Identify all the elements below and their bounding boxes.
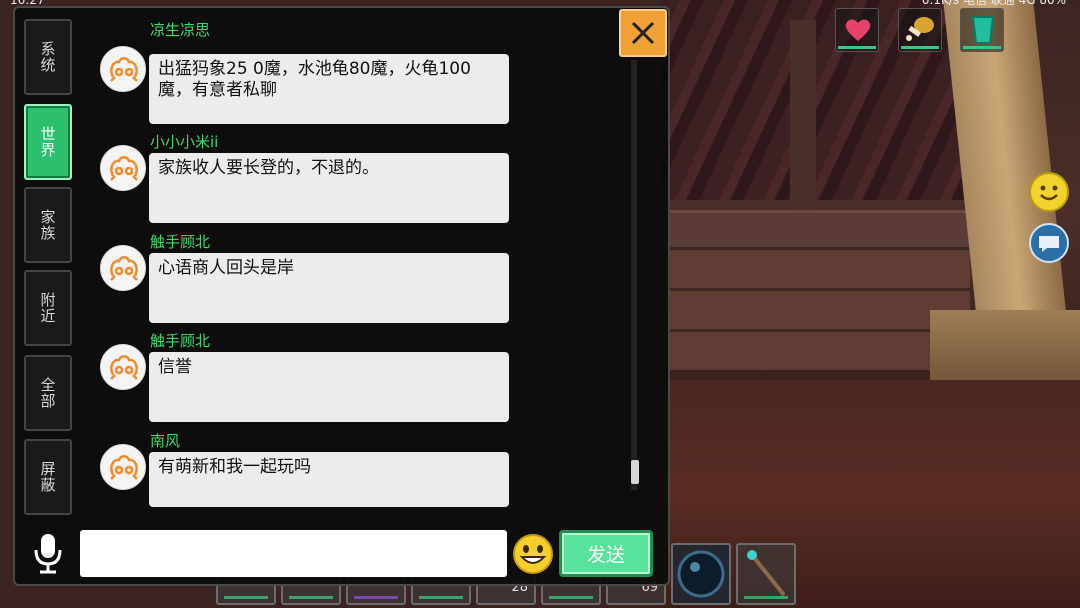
frog-avatar-icon bbox=[110, 57, 138, 82]
tab-label: 屏蔽 bbox=[38, 461, 57, 493]
scrollbar-track[interactable] bbox=[631, 60, 637, 490]
tab-nearby[interactable]: 附近 bbox=[24, 270, 72, 346]
tab-system[interactable]: 系统 bbox=[24, 19, 72, 95]
durability-bar bbox=[419, 596, 463, 599]
tab-world[interactable]: 世界 bbox=[24, 104, 72, 180]
avatar[interactable] bbox=[100, 46, 146, 92]
tab-all[interactable]: 全部 bbox=[24, 355, 72, 431]
close-icon bbox=[631, 21, 655, 45]
avatar[interactable] bbox=[100, 344, 146, 390]
expression-button[interactable] bbox=[1029, 172, 1069, 212]
hunger-bar bbox=[901, 46, 939, 49]
tab-label: 全部 bbox=[38, 377, 57, 409]
chat-message: 触手顾北 信誉 bbox=[98, 330, 518, 430]
avatar[interactable] bbox=[100, 145, 146, 191]
scene-pillar-base bbox=[930, 310, 1080, 390]
smiley-face-icon bbox=[1040, 185, 1058, 201]
close-button[interactable] bbox=[619, 9, 667, 57]
hotbar-slot[interactable] bbox=[736, 543, 796, 605]
message-bubble: 心语商人回头是岸 bbox=[149, 253, 509, 323]
durability-bar bbox=[744, 596, 788, 599]
tab-label: 系统 bbox=[38, 41, 57, 73]
sender-name[interactable]: 凉生凉思 bbox=[150, 19, 210, 39]
dark-orb-icon bbox=[677, 550, 725, 598]
smiley-emoji-icon bbox=[513, 534, 553, 574]
hotbar-slot[interactable] bbox=[671, 543, 731, 605]
tab-blocked[interactable]: 屏蔽 bbox=[24, 439, 72, 515]
avatar[interactable] bbox=[100, 245, 146, 291]
durability-bar bbox=[354, 596, 398, 599]
scrollbar-thumb[interactable] bbox=[631, 460, 639, 484]
durability-bar bbox=[549, 596, 593, 599]
chat-message-list[interactable]: 凉生凉思 出猛犸象25 0魔，水池龟80魔，火龟100魔，有意者私聊 小小小米i… bbox=[98, 15, 638, 513]
heart-icon bbox=[845, 19, 871, 41]
chat-bubble-icon bbox=[1039, 236, 1059, 252]
status-indicators: 0.1K/s 电信 联通 4G 80% bbox=[921, 0, 1066, 7]
sender-name[interactable]: 触手顾北 bbox=[150, 231, 210, 251]
avatar[interactable] bbox=[100, 444, 146, 490]
sender-name[interactable]: 小小小米ii bbox=[150, 131, 218, 151]
tab-family[interactable]: 家族 bbox=[24, 187, 72, 263]
message-bubble: 出猛犸象25 0魔，水池龟80魔，火龟100魔，有意者私聊 bbox=[149, 54, 509, 124]
frog-avatar-icon bbox=[110, 256, 138, 281]
scene-bricks bbox=[670, 250, 970, 370]
water-stat bbox=[960, 8, 1004, 52]
durability-bar bbox=[289, 596, 333, 599]
frog-avatar-icon bbox=[110, 355, 138, 380]
emoji-button[interactable] bbox=[512, 533, 554, 575]
voice-button[interactable] bbox=[30, 530, 66, 576]
message-bubble: 家族收人要长登的，不退的。 bbox=[149, 153, 509, 223]
chat-message: 小小小米ii 家族收人要长登的，不退的。 bbox=[98, 131, 518, 231]
sender-name[interactable]: 触手顾北 bbox=[150, 330, 210, 350]
durability-bar bbox=[224, 596, 268, 599]
scene-post bbox=[790, 20, 816, 220]
drumstick-icon bbox=[906, 17, 934, 41]
health-stat bbox=[835, 8, 879, 52]
chat-message: 凉生凉思 出猛犸象25 0魔，水池龟80魔，火龟100魔，有意者私聊 bbox=[98, 21, 518, 132]
tab-label: 家族 bbox=[38, 209, 57, 241]
frog-avatar-icon bbox=[110, 156, 138, 181]
chat-input[interactable] bbox=[80, 530, 507, 577]
message-bubble: 信誉 bbox=[149, 352, 509, 422]
sender-name[interactable]: 南风 bbox=[150, 430, 180, 450]
frog-avatar-icon bbox=[110, 455, 138, 480]
microphone-icon bbox=[34, 534, 62, 574]
scene-beam bbox=[670, 210, 990, 250]
chat-open-button[interactable] bbox=[1029, 223, 1069, 263]
hunger-stat bbox=[898, 8, 942, 52]
message-bubble: 有萌新和我一起玩吗 bbox=[149, 452, 509, 507]
chat-message: 触手顾北 心语商人回头是岸 bbox=[98, 231, 518, 331]
chat-message: 南风 有萌新和我一起玩吗 bbox=[98, 430, 518, 513]
send-button[interactable]: 发送 bbox=[559, 530, 653, 577]
health-bar bbox=[838, 46, 876, 49]
tab-label: 世界 bbox=[38, 126, 57, 158]
water-bar bbox=[963, 46, 1001, 49]
cup-icon bbox=[971, 16, 995, 44]
tab-label: 附近 bbox=[38, 292, 57, 324]
staff-icon bbox=[747, 550, 786, 597]
